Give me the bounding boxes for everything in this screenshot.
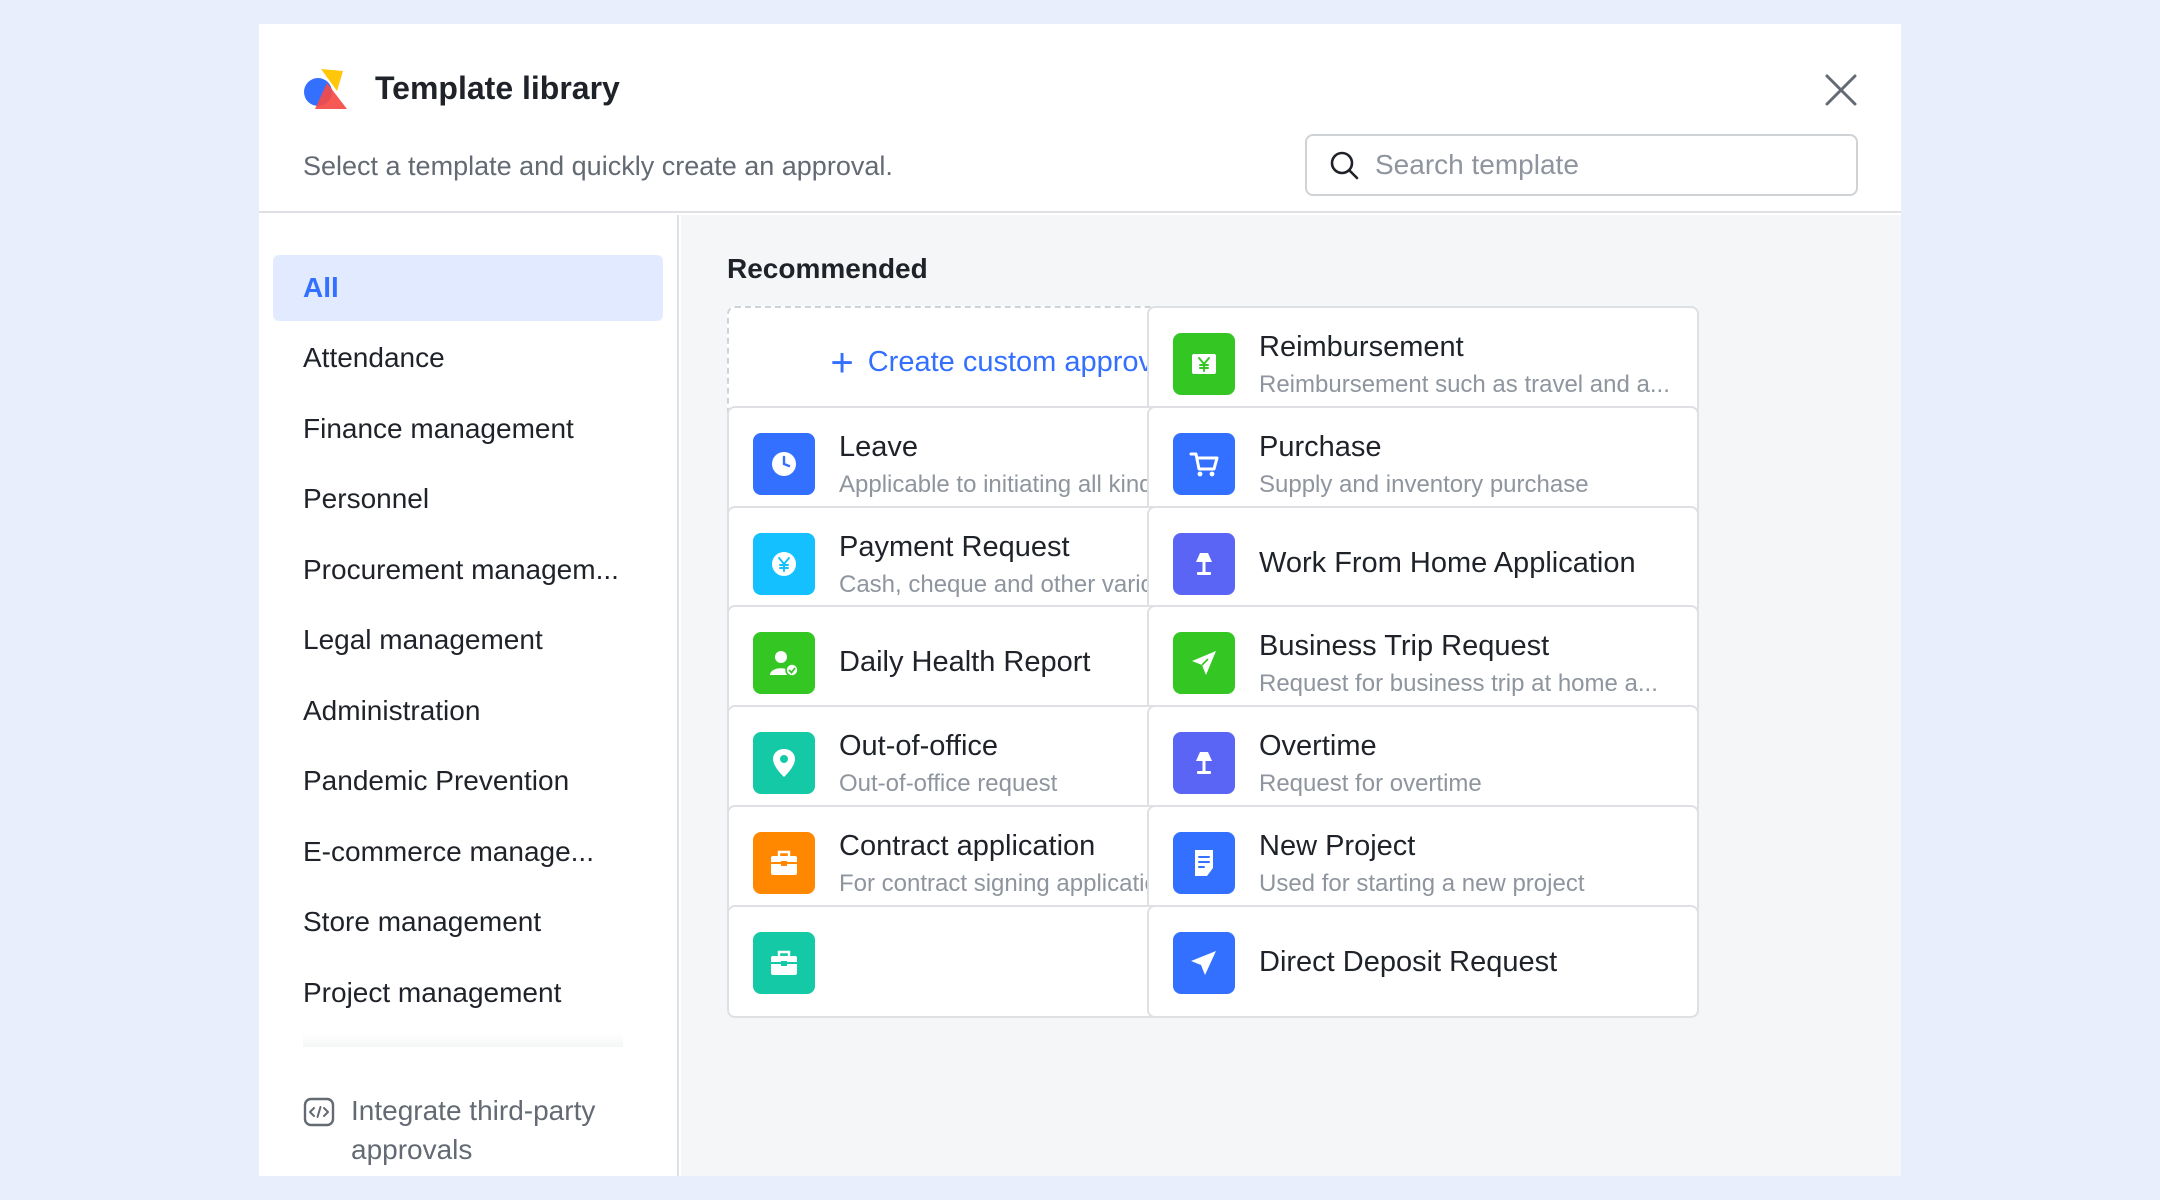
search-box[interactable] bbox=[1305, 134, 1858, 196]
template-card-overtime[interactable]: Overtime Request for overtime bbox=[1147, 705, 1699, 818]
sidebar-item-ecommerce-management[interactable]: E-commerce manage... bbox=[273, 819, 663, 885]
airplane-icon bbox=[1173, 632, 1235, 694]
template-card-direct-deposit-request[interactable]: Direct Deposit Request bbox=[1147, 905, 1699, 1018]
template-name: Business Trip Request bbox=[1259, 630, 1550, 662]
template-library-modal: Template library Select a template and q… bbox=[259, 24, 1901, 1176]
lamp-icon bbox=[1173, 732, 1235, 794]
sidebar-item-project-management[interactable]: Project management bbox=[273, 960, 663, 1026]
sidebar-item-finance-management[interactable]: Finance management bbox=[273, 396, 663, 462]
modal-title: Template library bbox=[375, 70, 620, 106]
plus-icon: + bbox=[830, 340, 854, 385]
integrate-third-party-button[interactable]: Integrate third-party approvals bbox=[303, 1091, 651, 1169]
code-icon bbox=[303, 1097, 335, 1127]
yen-bill-icon bbox=[1173, 333, 1235, 395]
template-description: Reimbursement such as travel and a... bbox=[1259, 371, 1670, 398]
cart-icon bbox=[1173, 433, 1235, 495]
template-name: Direct Deposit Request bbox=[1259, 946, 1558, 978]
template-description: Request for business trip at home a... bbox=[1259, 670, 1658, 697]
integrate-label: Integrate third-party approvals bbox=[351, 1095, 596, 1165]
sidebar-item-all[interactable]: All bbox=[273, 255, 663, 321]
search-input[interactable] bbox=[1375, 149, 1815, 181]
create-custom-approval-label: Create custom approval bbox=[867, 346, 1176, 378]
template-card-reimbursement[interactable]: Reimbursement Reimbursement such as trave… bbox=[1147, 306, 1699, 419]
category-sidebar: All Attendance Finance management Person… bbox=[259, 215, 679, 1176]
location-pin-icon bbox=[753, 732, 815, 794]
template-name: Reimbursement bbox=[1259, 331, 1464, 363]
template-card-purchase[interactable]: Purchase Supply and inventory purchase bbox=[1147, 406, 1699, 519]
template-card-new-project[interactable]: New Project Used for starting a new proje… bbox=[1147, 805, 1699, 918]
close-icon[interactable] bbox=[1821, 70, 1861, 110]
template-description: Used for starting a new project bbox=[1259, 870, 1585, 897]
modal-header: Template library Select a template and q… bbox=[259, 24, 1901, 213]
clock-icon bbox=[753, 433, 815, 495]
search-icon bbox=[1330, 151, 1359, 180]
scroll-fade bbox=[303, 1033, 623, 1047]
template-card-work-from-home-application[interactable]: Work From Home Application bbox=[1147, 506, 1699, 619]
send-icon bbox=[1173, 932, 1235, 994]
sidebar-item-personnel[interactable]: Personnel bbox=[273, 466, 663, 532]
person-check-icon bbox=[753, 632, 815, 694]
briefcase-icon bbox=[753, 932, 815, 994]
sidebar-item-pandemic-prevention[interactable]: Pandemic Prevention bbox=[273, 748, 663, 814]
template-name: Overtime bbox=[1259, 730, 1377, 762]
briefcase-icon bbox=[753, 832, 815, 894]
template-name: Purchase bbox=[1259, 431, 1382, 463]
template-name: New Project bbox=[1259, 830, 1416, 862]
template-description: Request for overtime bbox=[1259, 770, 1482, 797]
sidebar-item-store-management[interactable]: Store management bbox=[273, 889, 663, 955]
template-name: Work From Home Application bbox=[1259, 547, 1636, 579]
approval-logo-icon bbox=[304, 69, 347, 109]
lamp-icon bbox=[1173, 533, 1235, 595]
template-description: Supply and inventory purchase bbox=[1259, 471, 1589, 498]
yen-coin-icon bbox=[753, 533, 815, 595]
modal-subtitle: Select a template and quickly create an … bbox=[303, 151, 893, 181]
sidebar-item-attendance[interactable]: Attendance bbox=[273, 325, 663, 391]
sidebar-item-procurement-management[interactable]: Procurement managem... bbox=[273, 537, 663, 603]
sidebar-item-legal-management[interactable]: Legal management bbox=[273, 607, 663, 673]
template-card-business-trip-request[interactable]: Business Trip Request Request for busines… bbox=[1147, 605, 1699, 718]
sidebar-item-administration[interactable]: Administration bbox=[273, 678, 663, 744]
section-title-recommended: Recommended bbox=[727, 253, 928, 284]
template-area: Recommended + Create custom approval Reim… bbox=[681, 215, 1901, 1176]
document-icon bbox=[1173, 832, 1235, 894]
